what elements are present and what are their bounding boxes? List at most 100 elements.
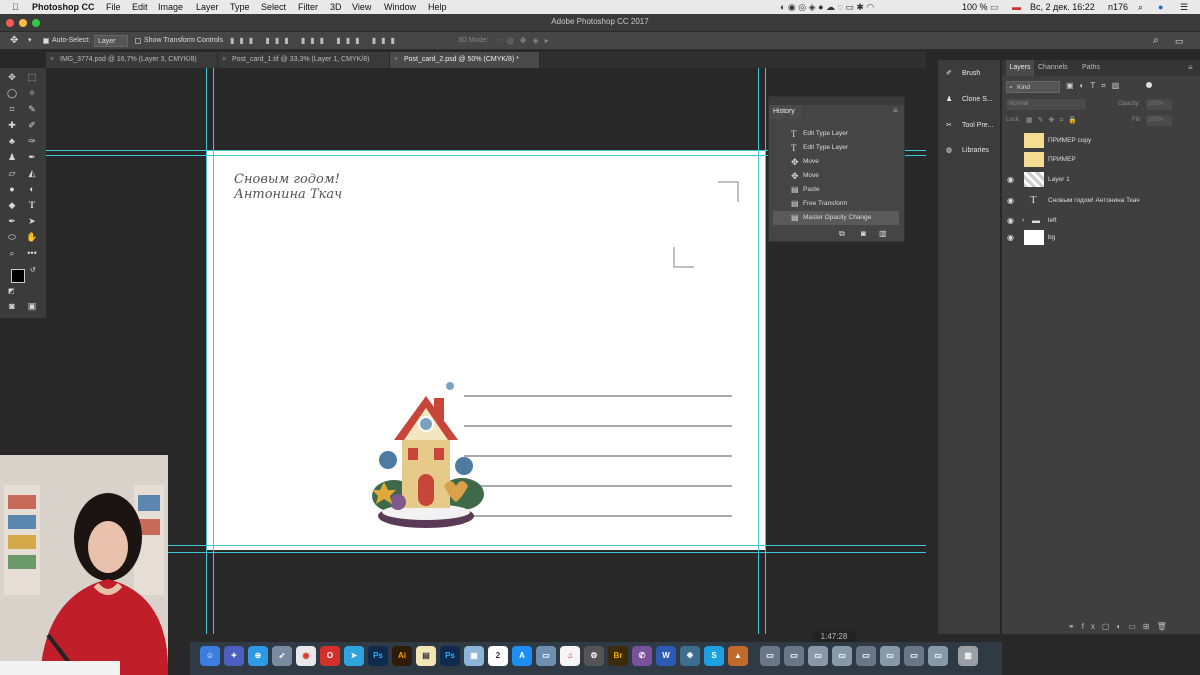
direct-select-icon[interactable]: ➤ [25, 215, 39, 227]
layer-name[interactable]: Layer 1 [1048, 170, 1070, 189]
foreground-color-swatch[interactable] [11, 269, 25, 283]
illustrator-icon[interactable]: Ai [392, 646, 412, 666]
layer-name[interactable]: ПРИМЕР [1048, 150, 1076, 169]
shape-tool-icon[interactable]: ⬭ [5, 231, 19, 243]
filter-toggle[interactable] [1146, 82, 1152, 88]
audio-app-icon[interactable]: ❉ [680, 646, 700, 666]
calendar-icon[interactable]: 2 [488, 646, 508, 666]
align-buttons[interactable]: ▮▮▮ ▮▮▮ ▮▮▮ ▮▮▮ ▮▮▮ [230, 32, 400, 50]
dock-window-thumbnail[interactable]: ▭ [856, 646, 876, 666]
preview-icon[interactable]: ▣ [464, 646, 484, 666]
move-tool-icon[interactable]: ✥ [10, 32, 18, 50]
eraser-icon[interactable]: ▱ [5, 167, 19, 179]
brush-panel-button[interactable]: ✐ Brush [944, 66, 980, 82]
history-panel-grip[interactable] [769, 97, 904, 105]
word-icon[interactable]: W [656, 646, 676, 666]
history-item[interactable]: ✥ Move [773, 155, 899, 169]
opacity-field[interactable]: 100% [1146, 99, 1172, 110]
layer-filter-dropdown[interactable]: ⌕ Kind [1006, 81, 1060, 93]
layers-menu-icon[interactable]: ≡ [1188, 60, 1193, 76]
menu-edit[interactable]: Edit [132, 0, 148, 14]
search-icon[interactable]: ⌕ [1153, 32, 1159, 50]
menu-image[interactable]: Image [158, 0, 183, 14]
tab-paths[interactable]: Paths [1082, 60, 1100, 76]
crop-tool-icon[interactable]: ⌗ [5, 103, 19, 115]
app-store-icon[interactable]: A [512, 646, 532, 666]
history-item-active[interactable]: ▤ Master Opacity Change [773, 211, 899, 225]
screen-mode-icon[interactable]: ▣ [25, 300, 39, 312]
menu-help[interactable]: Help [428, 0, 447, 14]
default-colors-icon[interactable]: ◩ [8, 287, 15, 295]
layer-row[interactable]: ◉ Layer 1 [1002, 170, 1200, 189]
menu-type[interactable]: Type [230, 0, 250, 14]
dock-window-thumbnail[interactable]: ▭ [904, 646, 924, 666]
history-item[interactable]: T Edit Type Layer [773, 127, 899, 141]
auto-select-checkbox[interactable] [43, 38, 49, 44]
photoshop-icon[interactable]: Ps [440, 646, 460, 666]
safari-icon[interactable]: ⊕ [248, 646, 268, 666]
trash-icon[interactable]: ▥ [958, 646, 978, 666]
layer-name[interactable]: ПРИМЕР copy [1048, 131, 1091, 150]
lock-icons[interactable]: ▦✎✥⌗🔒 [1026, 115, 1082, 126]
history-brush-icon[interactable]: ✑ [25, 135, 39, 147]
clone-stamp-icon[interactable]: ♣ [5, 135, 19, 147]
clone-source-panel-button[interactable]: ♟ Clone S... [944, 92, 993, 108]
dock-window-thumbnail[interactable]: ▭ [880, 646, 900, 666]
lasso-tool-icon[interactable]: ◯ [5, 87, 19, 99]
house-illustration[interactable] [364, 378, 488, 534]
app-menu[interactable]: Photoshop CC [32, 0, 95, 14]
dock-window-thumbnail[interactable]: ▭ [808, 646, 828, 666]
layers-footer-buttons[interactable]: ⚭fx▢◐▭⊞🗑 [1068, 622, 1174, 631]
guide-vertical[interactable] [213, 68, 214, 634]
type-tool-icon[interactable]: T [25, 199, 39, 211]
hand-tool-icon[interactable]: ✋ [25, 231, 39, 243]
guide-vertical[interactable] [765, 68, 766, 634]
dock-window-thumbnail[interactable]: ▭ [784, 646, 804, 666]
menu-select[interactable]: Select [261, 0, 286, 14]
quick-mask-icon[interactable]: ◙ [5, 300, 19, 312]
history-menu-icon[interactable]: ≡ [893, 106, 898, 115]
history-item[interactable]: ▤ Free Transform [773, 197, 899, 211]
layer-name[interactable]: Сновым годом! Антонина Ткач [1048, 191, 1140, 210]
guide-horizontal[interactable] [46, 545, 926, 546]
blend-mode-dropdown[interactable]: Normal [1006, 99, 1086, 110]
dock-window-thumbnail[interactable]: ▭ [760, 646, 780, 666]
history-item[interactable]: T Edit Type Layer [773, 141, 899, 155]
tool-presets-panel-button[interactable]: ✂ Tool Pre... [944, 118, 994, 134]
history-panel[interactable]: History ≡ T Edit Type Layer T Edit Type La… [768, 96, 905, 242]
layer-filter-icons[interactable]: ▣◐T⌗▨ [1066, 81, 1125, 91]
libraries-panel-button[interactable]: ◍ Libraries [944, 143, 989, 159]
eye-icon[interactable]: ◉ [1007, 191, 1014, 210]
paint-bucket-icon[interactable]: ◭ [25, 167, 39, 179]
art-history-icon[interactable]: ✒ [25, 151, 39, 163]
new-document-from-state-icon[interactable]: ⧉ [839, 229, 845, 239]
skype-icon[interactable]: S [704, 646, 724, 666]
layer-row[interactable]: ПРИМЕР [1002, 150, 1200, 169]
auto-select-dropdown[interactable]: Layer [94, 35, 128, 47]
move-tool-icon[interactable]: ✥ [5, 71, 19, 83]
tool-preset-dropdown-icon[interactable]: ▾ [28, 32, 32, 50]
snapshot-camera-icon[interactable]: ◙ [861, 229, 866, 238]
battery-icon[interactable]: ▭ [990, 0, 999, 14]
telegram-icon[interactable]: ➤ [344, 646, 364, 666]
spotlight-icon[interactable]: ⌕ [1138, 0, 1143, 14]
close-tab-icon[interactable]: × [394, 52, 398, 68]
bridge-icon[interactable]: Br [608, 646, 628, 666]
postcard-artboard[interactable]: Сновым годом! Антонина Ткач [206, 150, 766, 550]
layer-row[interactable]: ◉ T Сновым годом! Антонина Ткач [1002, 191, 1200, 210]
tab-channels[interactable]: Channels [1038, 60, 1068, 76]
eyedropper-icon[interactable]: ✎ [25, 103, 39, 115]
marquee-tool-icon[interactable]: ⬚ [25, 71, 39, 83]
tab-post-card-2[interactable]: × Post_card_2.psd @ 50% (CMYK/8) * [390, 52, 540, 68]
datetime[interactable]: Вс, 2 дек. 16:22 [1030, 0, 1095, 14]
workspace-icon[interactable]: ▭ [1175, 32, 1184, 50]
tab-layers[interactable]: Layers [1006, 60, 1034, 76]
notes-icon[interactable]: ▤ [416, 646, 436, 666]
layer-name[interactable]: bg [1048, 228, 1055, 247]
flag-icon[interactable]: ▬ [1012, 0, 1021, 14]
path-select-icon[interactable]: ✒ [5, 215, 19, 227]
dodge-tool-icon[interactable]: ◐ [25, 183, 39, 195]
menu-filter[interactable]: Filter [298, 0, 318, 14]
dock-window-thumbnail[interactable]: ▭ [928, 646, 948, 666]
apple-icon[interactable]:  [12, 0, 19, 14]
